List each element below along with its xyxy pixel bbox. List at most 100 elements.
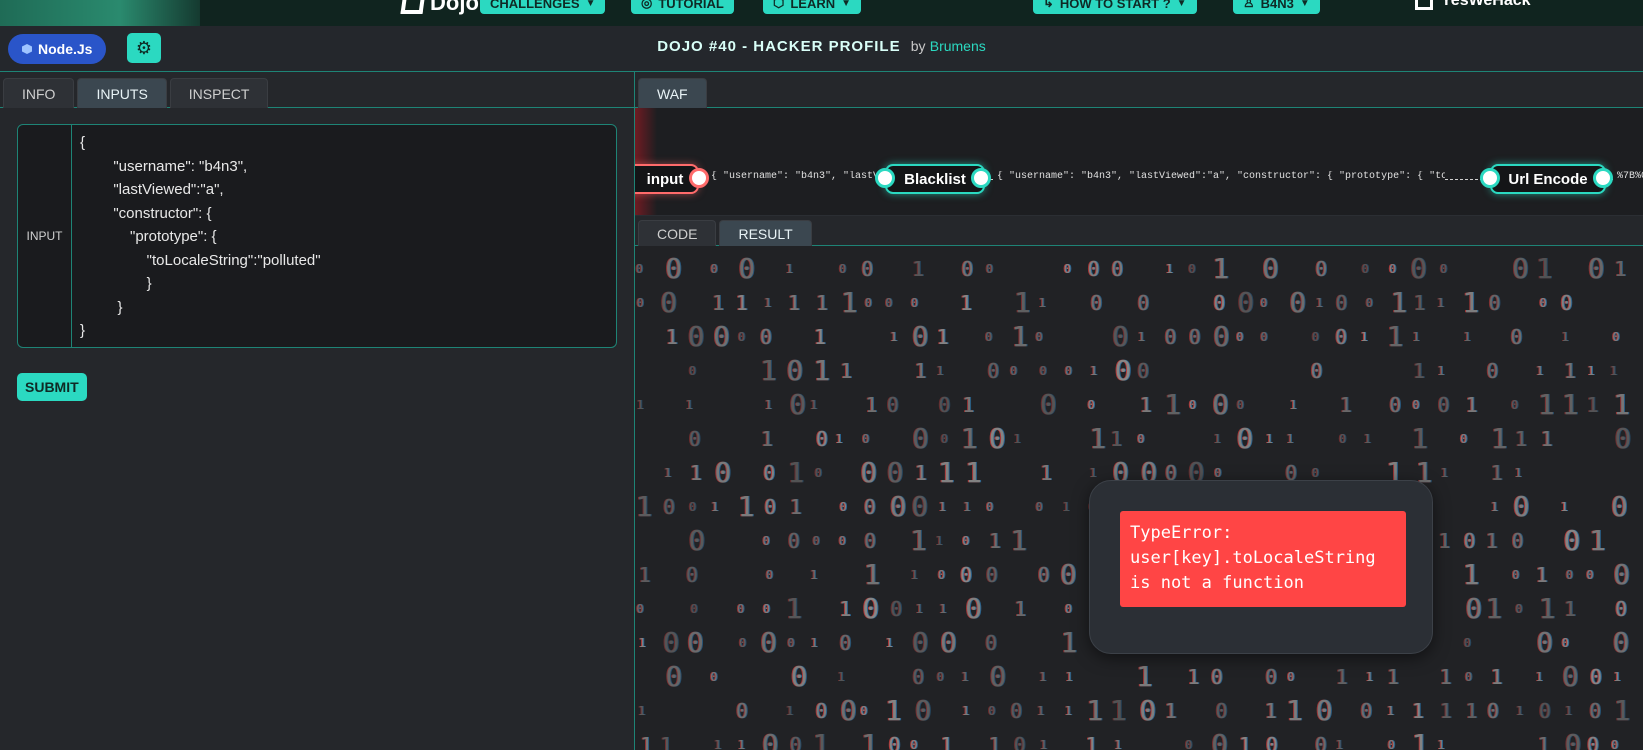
binary-digit: 1	[1062, 499, 1070, 514]
binary-digit: 0	[911, 626, 929, 659]
input-textarea[interactable]: { "username": "b4n3", "lastViewed":"a", …	[72, 125, 616, 347]
binary-digit: 0	[737, 329, 746, 344]
binary-digit: 1	[1537, 732, 1550, 750]
binary-digit: 0	[1488, 290, 1501, 315]
binary-digit: 0	[1213, 290, 1226, 315]
top-navbar: Dojo Challenges ▼ ◎ Tutorial ⬡ Learn ▼ ↳…	[0, 0, 1643, 26]
binary-digit: 0	[862, 431, 870, 446]
binary-digit: 0	[1614, 422, 1632, 455]
node-blacklist-input-port[interactable]	[875, 168, 895, 188]
tab-waf[interactable]: WAF	[638, 78, 707, 108]
binary-digit: 1	[1164, 698, 1177, 723]
binary-digit: 0	[760, 324, 773, 349]
node-url-encode-input-port[interactable]	[1480, 168, 1500, 188]
binary-digit: 1	[1538, 592, 1556, 625]
error-message: TypeError: user[key].toLocaleString is n…	[1120, 511, 1406, 607]
binary-digit: 0	[1087, 256, 1100, 281]
binary-digit: 0	[690, 601, 698, 616]
nav-challenges-button[interactable]: Challenges ▼	[480, 0, 606, 14]
nav-how-to-start-button[interactable]: ↳ How to start ? ▼	[1033, 0, 1197, 14]
binary-digit: 0	[839, 694, 857, 727]
yeswehack-logo-icon	[1415, 0, 1433, 10]
binary-digit: 1	[890, 329, 898, 344]
binary-digit: 0	[864, 528, 877, 553]
binary-digit: 1	[810, 397, 818, 412]
binary-digit: 0	[890, 596, 903, 621]
binary-digit: 1	[1490, 664, 1503, 689]
binary-digit: 1	[1086, 694, 1104, 727]
binary-digit: 0	[1114, 354, 1132, 387]
dojo-logo[interactable]: Dojo	[400, 0, 479, 16]
binary-digit: 1	[1286, 694, 1304, 727]
flow-text-2: { "username": "b4n3", "lastViewed":"a", …	[995, 171, 1445, 182]
binary-digit: 1	[1561, 329, 1569, 344]
binary-digit: 1	[1540, 426, 1553, 451]
nav-user-menu-button[interactable]: ♙ B4N3 ▼	[1233, 0, 1320, 14]
waf-tabs: WAF	[635, 72, 1643, 108]
node-blacklist-output-port[interactable]	[971, 168, 991, 188]
binary-digit: 0	[635, 261, 643, 276]
binary-digit: 0	[888, 732, 901, 750]
binary-digit: 0	[1561, 635, 1569, 650]
binary-digit: 1	[737, 737, 745, 750]
binary-digit: 0	[885, 295, 893, 310]
binary-digit: 1	[840, 286, 858, 319]
node-blacklist[interactable]: Blacklist	[885, 164, 985, 194]
tab-result[interactable]: RESULT	[719, 220, 812, 246]
binary-digit: 1	[1614, 256, 1627, 281]
binary-digit: 1	[963, 499, 971, 514]
tab-code[interactable]: CODE	[638, 220, 717, 246]
binary-digit: 0	[1611, 737, 1619, 750]
binary-digit: 1	[1537, 388, 1555, 421]
binary-digit: 1	[1013, 286, 1031, 319]
binary-digit: 0	[662, 626, 680, 659]
tab-inspect[interactable]: INSPECT	[169, 78, 269, 108]
binary-digit: 0	[636, 295, 644, 310]
tab-inputs[interactable]: INPUTS	[77, 78, 167, 108]
flow-text-3: %7B%0	[1615, 171, 1643, 182]
binary-digit: 1	[787, 456, 805, 489]
chevron-down-icon: ▼	[1299, 0, 1310, 9]
binary-digit: 0	[1060, 558, 1077, 591]
nav-background-image	[0, 0, 200, 26]
binary-digit: 1	[685, 397, 693, 412]
challenge-title: DOJO #40 - HACKER PROFILE	[657, 38, 901, 55]
binary-digit: 1	[764, 295, 772, 310]
left-tabs: INFO INPUTS INSPECT	[0, 72, 634, 108]
binary-digit: 1	[712, 290, 725, 315]
binary-digit: 0	[660, 286, 678, 319]
binary-digit: 1	[815, 290, 828, 315]
node-input-output-port[interactable]	[689, 168, 709, 188]
binary-digit: 1	[938, 499, 946, 514]
nav-learn-button[interactable]: ⬡ Learn ▼	[763, 0, 862, 14]
binary-digit: 0	[1010, 698, 1023, 723]
binary-digit: 0	[1589, 698, 1602, 723]
binary-digit: 1	[1437, 363, 1445, 378]
node-url-encode-output-port[interactable]	[1593, 168, 1613, 188]
binary-digit: 1	[1010, 524, 1028, 557]
binary-digit: 0	[787, 635, 795, 650]
binary-digit: 0	[814, 465, 823, 480]
submit-button[interactable]: SUBMIT	[17, 373, 87, 401]
binary-digit: 0	[1090, 290, 1103, 315]
nav-challenges-label: Challenges	[490, 0, 580, 11]
binary-digit: 1	[810, 567, 818, 582]
author-link[interactable]: Brumens	[930, 38, 986, 54]
tab-info[interactable]: INFO	[3, 78, 75, 108]
binary-digit: 0	[1587, 732, 1600, 750]
node-url-encode[interactable]: Url Encode	[1490, 164, 1606, 194]
binary-digit: 0	[686, 626, 704, 659]
binary-digit: 0	[1260, 329, 1268, 344]
binary-digit: 1	[1465, 698, 1478, 723]
binary-digit: 1	[1485, 592, 1503, 625]
binary-digit: 0	[1214, 465, 1222, 480]
binary-digit: 0	[988, 703, 996, 718]
nav-tutorial-label: Tutorial	[658, 0, 724, 11]
yeswehack-brand[interactable]: YesWeHack	[1415, 0, 1531, 10]
nav-tutorial-button[interactable]: ◎ Tutorial	[631, 0, 734, 14]
binary-digit: 1	[840, 358, 853, 383]
binary-digit: 0	[1111, 256, 1124, 281]
waf-pipeline: input { "username": "b4n3", "lastVi Blac…	[635, 108, 1643, 216]
binary-digit: 1	[814, 324, 827, 349]
binary-digit: 0	[1615, 596, 1628, 621]
